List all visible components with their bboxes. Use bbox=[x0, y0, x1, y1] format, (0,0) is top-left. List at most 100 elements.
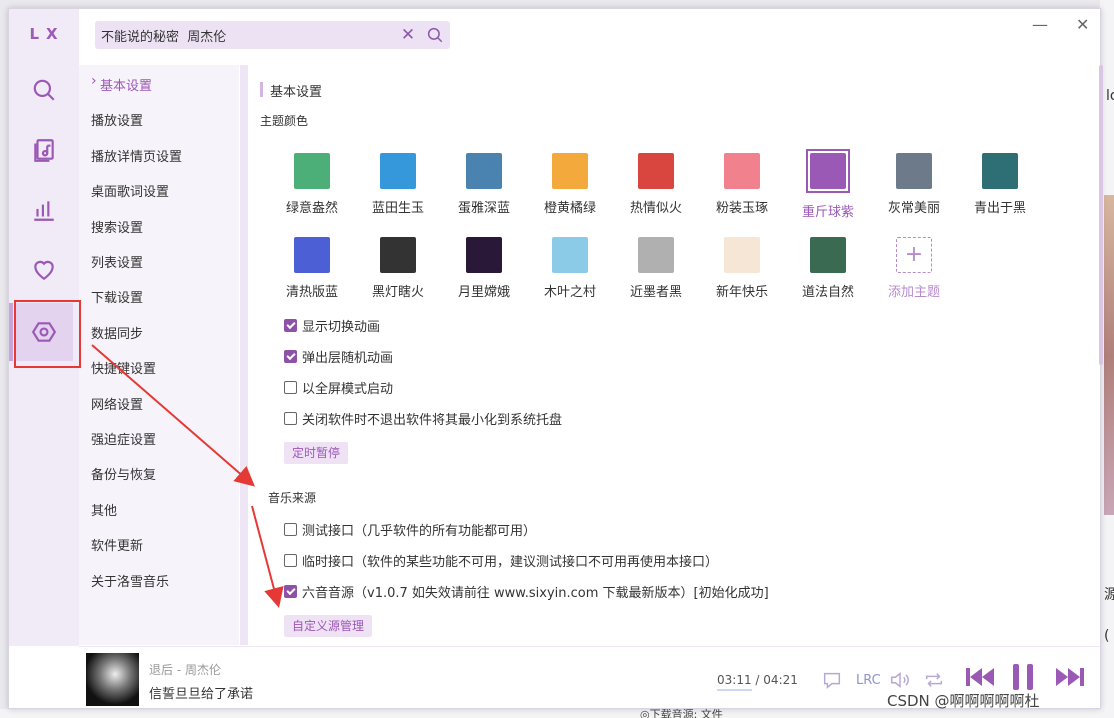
close-button[interactable]: ✕ bbox=[1076, 15, 1089, 34]
settings-nav-item[interactable]: 备份与恢复 bbox=[91, 464, 156, 483]
settings-nav-item[interactable]: 网络设置 bbox=[91, 394, 143, 413]
checkbox-checked[interactable] bbox=[284, 319, 297, 332]
checkbox-label: 关闭软件时不退出软件将其最小化到系统托盘 bbox=[302, 413, 563, 428]
settings-nav-item[interactable]: 关于洛雪音乐 bbox=[91, 571, 169, 590]
time-separator: / bbox=[755, 673, 760, 687]
settings-nav-item[interactable]: 软件更新 bbox=[91, 535, 143, 554]
settings-nav-item[interactable]: 桌面歌词设置 bbox=[91, 181, 169, 200]
settings-nav-item[interactable]: 快捷键设置 bbox=[91, 358, 156, 377]
theme-name: 月里嫦娥 bbox=[457, 285, 510, 300]
theme-option[interactable]: 黑灯瞎火 bbox=[355, 237, 441, 300]
theme-name: 新年快乐 bbox=[715, 285, 768, 300]
search-input[interactable] bbox=[95, 21, 396, 49]
repeat-icon bbox=[925, 673, 943, 687]
theme-option[interactable]: 木叶之村 bbox=[527, 237, 613, 300]
background-text: 源 bbox=[1104, 587, 1114, 603]
checkbox-checked[interactable] bbox=[284, 350, 297, 363]
theme-option[interactable]: 粉装玉琢 bbox=[699, 153, 785, 216]
search-submit-button[interactable] bbox=[420, 26, 450, 44]
volume-icon bbox=[891, 672, 909, 688]
settings-nav-item[interactable]: 基本设置 bbox=[91, 73, 152, 94]
nav-divider bbox=[240, 65, 248, 645]
theme-option[interactable]: 月里嫦娥 bbox=[441, 237, 527, 300]
theme-swatch bbox=[724, 237, 760, 273]
nav-leaderboard-button[interactable] bbox=[15, 181, 73, 239]
settings-nav-item[interactable]: 搜索设置 bbox=[91, 217, 143, 236]
theme-swatch bbox=[638, 237, 674, 273]
theme-name: 重斤球紫 bbox=[801, 205, 854, 220]
theme-option[interactable]: 绿意盎然 bbox=[269, 153, 355, 216]
checkbox-checked[interactable] bbox=[284, 585, 297, 598]
theme-name: 橙黄橘绿 bbox=[543, 201, 596, 216]
theme-option[interactable]: 新年快乐 bbox=[699, 237, 785, 300]
previous-icon bbox=[966, 668, 994, 686]
plus-icon: + bbox=[896, 237, 932, 273]
next-button[interactable] bbox=[1055, 665, 1085, 693]
setting-checkbox[interactable]: 六音音源（v1.0.7 如失效请前往 www.sixyin.com 下载最新版本… bbox=[284, 582, 769, 601]
settings-content: 基本设置 主题颜色 绿意盎然 蓝田生玉 蛋雅深蓝 橙黄橘绿 热情似火 粉装玉琢 重斤球紫 灰常… bbox=[248, 65, 1098, 645]
setting-checkbox[interactable]: 临时接口（软件的某些功能不可用，建议测试接口不可用再使用本接口） bbox=[284, 551, 718, 570]
theme-name: 青出于黑 bbox=[973, 201, 1026, 216]
theme-option[interactable]: 蓝田生玉 bbox=[355, 153, 441, 216]
theme-option[interactable]: 橙黄橘绿 bbox=[527, 153, 613, 216]
theme-swatch bbox=[982, 153, 1018, 189]
setting-checkbox[interactable]: 关闭软件时不退出软件将其最小化到系统托盘 bbox=[284, 409, 562, 428]
theme-option[interactable]: 蛋雅深蓝 bbox=[441, 153, 527, 216]
setting-checkbox[interactable]: 显示切换动画 bbox=[284, 316, 380, 335]
theme-swatch bbox=[552, 153, 588, 189]
settings-nav-item[interactable]: 播放设置 bbox=[91, 110, 143, 129]
nav-settings-button[interactable] bbox=[9, 303, 73, 361]
lyric-toggle-button[interactable]: LRC bbox=[856, 673, 881, 688]
search-bar: ✕ bbox=[95, 21, 450, 49]
settings-nav-item[interactable]: 列表设置 bbox=[91, 252, 143, 271]
nav-favorites-button[interactable] bbox=[15, 241, 73, 299]
next-icon bbox=[1056, 668, 1084, 686]
settings-nav-item[interactable]: 强迫症设置 bbox=[91, 429, 156, 448]
comment-button[interactable] bbox=[821, 669, 843, 695]
theme-swatch bbox=[466, 153, 502, 189]
theme-option[interactable]: 青出于黑 bbox=[957, 153, 1043, 216]
clear-icon[interactable]: ✕ bbox=[396, 25, 420, 45]
content-scrollbar[interactable] bbox=[1099, 65, 1103, 365]
theme-option[interactable]: 道法自然 bbox=[785, 237, 871, 300]
theme-option[interactable]: 灰常美丽 bbox=[871, 153, 957, 216]
background-text: ( bbox=[1104, 628, 1110, 644]
checkbox-label: 弹出层随机动画 bbox=[302, 351, 394, 366]
theme-swatch bbox=[724, 153, 760, 189]
theme-option[interactable]: 清热版蓝 bbox=[269, 237, 355, 300]
theme-name: 蓝田生玉 bbox=[371, 201, 424, 216]
music-source-label: 音乐来源 bbox=[268, 491, 317, 505]
current-lyric: 信誓旦旦给了承诺 bbox=[149, 687, 254, 702]
settings-nav-item[interactable]: 其他 bbox=[91, 500, 117, 519]
song-title-artist: 退后 - 周杰伦 bbox=[149, 663, 221, 677]
album-cover[interactable] bbox=[86, 653, 139, 706]
checkbox-unchecked[interactable] bbox=[284, 381, 297, 394]
settings-icon bbox=[31, 322, 57, 342]
nav-search-button[interactable] bbox=[15, 61, 73, 119]
settings-nav-item[interactable]: 数据同步 bbox=[91, 323, 143, 342]
selected-theme-frame bbox=[806, 149, 850, 193]
checkbox-unchecked[interactable] bbox=[284, 412, 297, 425]
previous-button[interactable] bbox=[965, 665, 995, 693]
minimize-button[interactable]: — bbox=[1032, 15, 1048, 34]
checkbox-unchecked[interactable] bbox=[284, 523, 297, 536]
nav-songlist-button[interactable] bbox=[15, 121, 73, 179]
custom-source-button[interactable]: 自定义源管理 bbox=[284, 615, 373, 637]
theme-option[interactable]: 热情似火 bbox=[613, 153, 699, 216]
settings-nav-item[interactable]: 播放详情页设置 bbox=[91, 146, 182, 165]
setting-checkbox[interactable]: 弹出层随机动画 bbox=[284, 347, 393, 366]
search-icon bbox=[427, 27, 443, 43]
checkbox-label: 以全屏模式启动 bbox=[302, 382, 394, 397]
setting-checkbox[interactable]: 测试接口（几乎软件的所有功能都可用） bbox=[284, 520, 536, 539]
timer-pause-button[interactable]: 定时暂停 bbox=[284, 442, 349, 464]
checkbox-unchecked[interactable] bbox=[284, 554, 297, 567]
add-theme-button[interactable]: + 添加主题 bbox=[871, 237, 957, 300]
setting-checkbox[interactable]: 以全屏模式启动 bbox=[284, 378, 393, 397]
theme-swatch bbox=[896, 153, 932, 189]
left-rail: LX bbox=[9, 9, 79, 646]
section-title: 基本设置 bbox=[260, 81, 322, 100]
theme-option[interactable]: 重斤球紫 bbox=[785, 149, 871, 220]
theme-option[interactable]: 近墨者黑 bbox=[613, 237, 699, 300]
settings-nav-item[interactable]: 下载设置 bbox=[91, 287, 143, 306]
checkbox-label: 临时接口（软件的某些功能不可用，建议测试接口不可用再使用本接口） bbox=[302, 555, 719, 570]
